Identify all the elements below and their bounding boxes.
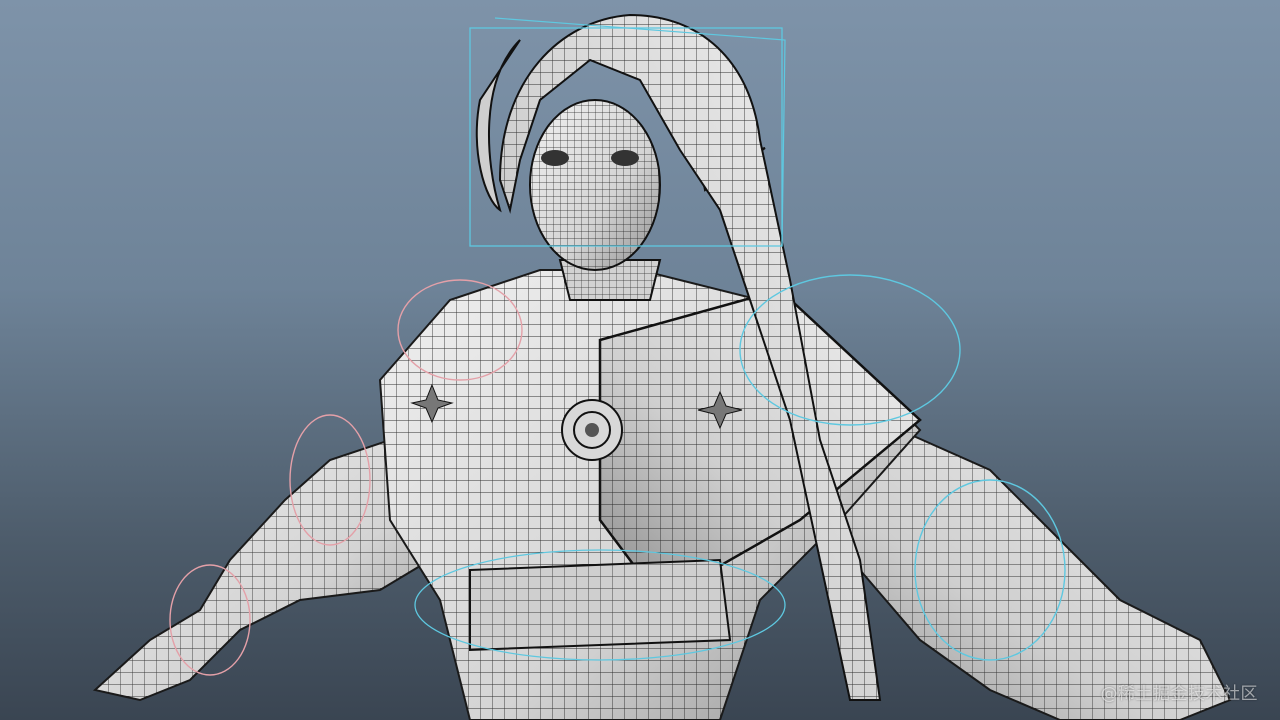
character-model[interactable] xyxy=(0,0,1280,720)
left-arm-mesh xyxy=(92,438,431,702)
3d-viewport[interactable]: @稀土掘金技术社区 xyxy=(0,0,1280,720)
watermark-text: @稀土掘金技术社区 xyxy=(1100,684,1258,704)
